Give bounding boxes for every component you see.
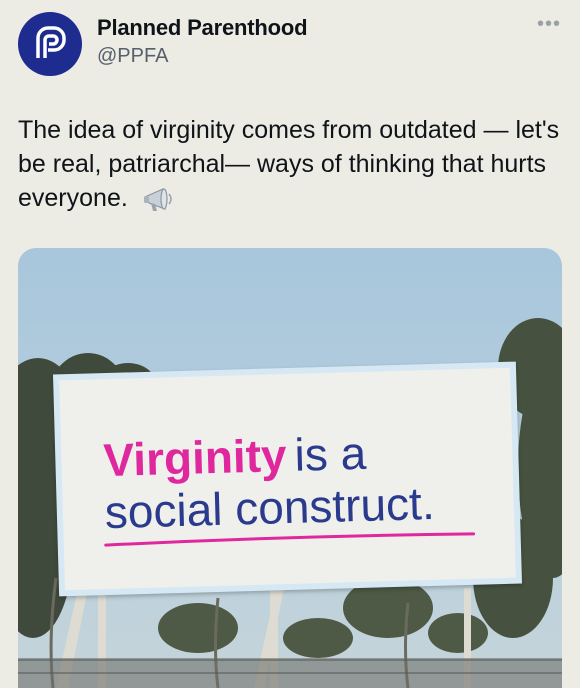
- account-handle[interactable]: @PPFA: [97, 45, 168, 68]
- billboard: Virginity is a social construct.: [52, 361, 523, 597]
- tweet-text: The idea of virginity comes from outdate…: [18, 113, 563, 215]
- tweet-text-content: The idea of virginity comes from outdate…: [18, 116, 560, 212]
- billboard-panel: Virginity is a social construct.: [59, 367, 516, 591]
- tweet-image[interactable]: Virginity is a social construct.: [18, 248, 562, 688]
- tweet-card[interactable]: Planned Parenthood @PPFA ••• The idea of…: [0, 0, 580, 688]
- billboard-highlight-word: Virginity: [102, 429, 288, 487]
- billboard-line-2: social construct.: [104, 476, 436, 539]
- account-name[interactable]: Planned Parenthood: [97, 15, 308, 41]
- megaphone-icon: [143, 188, 172, 212]
- more-options-icon[interactable]: •••: [536, 14, 562, 38]
- avatar[interactable]: [18, 12, 82, 76]
- billboard-line-1-rest: is a: [293, 426, 367, 481]
- planned-parenthood-logo: [36, 26, 66, 58]
